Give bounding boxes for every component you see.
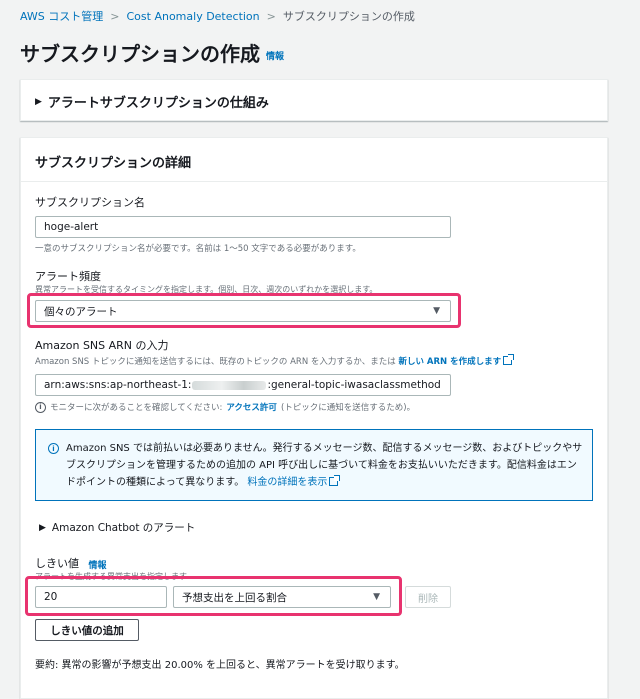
info-icon: i <box>35 401 46 413</box>
redacted-account-id <box>192 380 267 390</box>
sns-arn-hint-text: Amazon SNS トピックに通知を送信するには、既存のトピックの ARN を… <box>35 357 396 367</box>
subscription-name-hint: 一意のサブスクリプション名が必要です。名前は 1〜50 文字である必要があります… <box>35 244 361 254</box>
sns-note-prefix: モニターに次があることを確認してください: <box>50 403 223 413</box>
pricing-details-link-text: 料金の詳細を表示 <box>247 477 328 488</box>
sns-arn-suffix: :general-topic-iwasaclassmethod <box>267 379 441 391</box>
chevron-right-icon: > <box>110 9 120 23</box>
subscription-details-panel: サブスクリプションの詳細 サブスクリプション名 hoge-alert 一意のサブ… <box>20 137 608 699</box>
pricing-details-link[interactable]: 料金の詳細を表示 <box>247 475 341 488</box>
threshold-label-row: しきい値 情報 <box>35 555 107 571</box>
alert-frequency-label: アラート頻度 <box>35 270 101 283</box>
sns-arn-hint: Amazon SNS トピックに通知を送信するには、既存のトピックの ARN を… <box>35 354 515 367</box>
create-arn-link-text: 新しい ARN を作成します <box>398 357 502 367</box>
caret-down-icon: ▼ <box>373 592 380 602</box>
threshold-value-input[interactable]: 20 <box>35 586 167 608</box>
chatbot-label: Amazon Chatbot のアラート <box>51 522 196 534</box>
breadcrumb-current: サブスクリプションの作成 <box>282 10 415 23</box>
caret-right-icon: ▶ <box>39 522 46 533</box>
panel-header: サブスクリプションの詳細 <box>21 138 607 182</box>
panel-title: サブスクリプションの詳細 <box>35 156 192 171</box>
sns-arn-label: Amazon SNS ARN の入力 <box>35 339 169 352</box>
chatbot-toggle[interactable]: ▶ Amazon Chatbot のアラート <box>39 520 195 535</box>
breadcrumb: AWS コスト管理 > Cost Anomaly Detection > サブス… <box>20 8 415 24</box>
sns-note-suffix: (トピックに通知を送信するため)。 <box>280 403 416 413</box>
subscription-name-input[interactable]: hoge-alert <box>35 216 451 238</box>
create-arn-link[interactable]: 新しい ARN を作成します <box>398 354 515 367</box>
external-link-icon <box>503 354 515 365</box>
how-it-works-panel: ▶ アラートサブスクリプションの仕組み <box>20 79 608 121</box>
breadcrumb-cost-management-link[interactable]: AWS コスト管理 <box>20 8 103 24</box>
breadcrumb-anomaly-detection-link[interactable]: Cost Anomaly Detection <box>127 10 260 23</box>
how-it-works-toggle[interactable]: ▶ アラートサブスクリプションの仕組み <box>35 92 269 111</box>
how-it-works-label: アラートサブスクリプションの仕組み <box>47 96 269 111</box>
subscription-name-label: サブスクリプション名 <box>35 196 145 209</box>
alert-frequency-select[interactable]: 個々のアラート ▼ <box>35 300 451 322</box>
threshold-label: しきい値 <box>35 557 79 570</box>
sns-arn-input[interactable]: arn:aws:sns:ap-northeast-1: :general-topi… <box>35 374 451 396</box>
threshold-info-link[interactable]: 情報 <box>89 561 107 571</box>
threshold-type-value: 予想支出を上回る割合 <box>182 591 287 604</box>
page-title-text: サブスクリプションの作成 <box>20 42 260 66</box>
sns-pricing-alert: i Amazon SNS では前払いは必要ありません。発行するメッセージ数、配信… <box>35 429 593 501</box>
caret-right-icon: ▶ <box>35 96 42 107</box>
threshold-type-select[interactable]: 予想支出を上回る割合 ▼ <box>173 586 391 608</box>
caret-down-icon: ▼ <box>433 306 440 316</box>
threshold-summary: 要約: 異常の影響が予想支出 20.00% を上回ると、異常アラートを受け取りま… <box>35 660 405 671</box>
delete-threshold-button[interactable]: 削除 <box>405 586 451 608</box>
access-permission-link[interactable]: アクセス許可 <box>226 401 277 413</box>
info-icon: i <box>48 443 59 454</box>
external-link-icon <box>329 475 341 486</box>
chevron-right-icon: > <box>266 9 276 23</box>
page-title: サブスクリプションの作成 情報 <box>20 38 284 67</box>
add-threshold-button[interactable]: しきい値の追加 <box>35 619 139 641</box>
page-info-link[interactable]: 情報 <box>266 52 284 62</box>
alert-text: Amazon SNS では前払いは必要ありません。発行するメッセージ数、配信する… <box>66 440 586 491</box>
sns-arn-prefix: arn:aws:sns:ap-northeast-1: <box>44 379 192 391</box>
alert-frequency-value: 個々のアラート <box>44 305 118 318</box>
sns-permission-note: i モニターに次があることを確認してください: アクセス許可 (トピックに通知を… <box>35 401 415 413</box>
